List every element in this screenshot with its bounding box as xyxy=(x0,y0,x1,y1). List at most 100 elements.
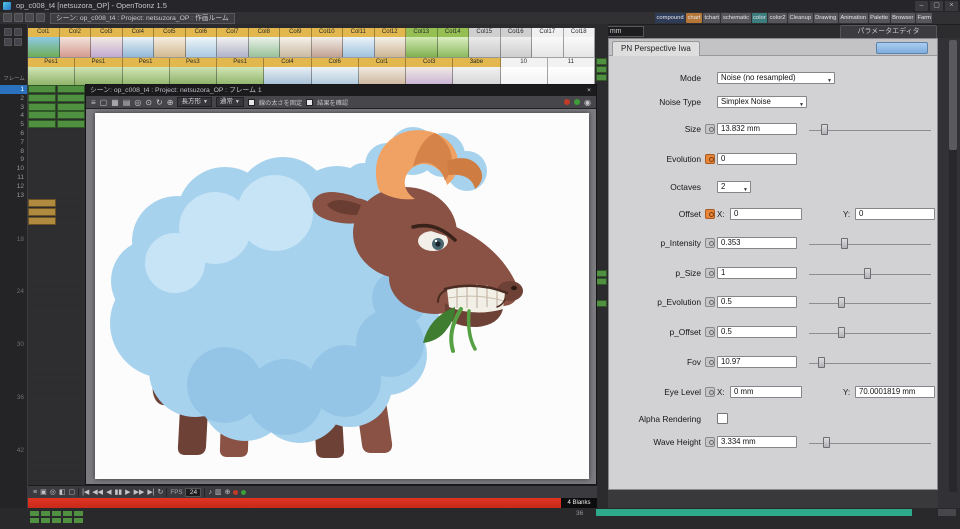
level-cell-marker[interactable] xyxy=(63,518,72,523)
room-tab-color2[interactable]: color2 xyxy=(768,13,787,23)
key-icon[interactable] xyxy=(705,268,715,278)
room-tab-animation[interactable]: Animation xyxy=(838,13,868,23)
column-thumbnail[interactable] xyxy=(28,37,60,58)
rail-icon[interactable] xyxy=(4,38,12,46)
fps-field[interactable]: 24 xyxy=(185,487,202,497)
frame-number[interactable]: 13 xyxy=(0,191,27,200)
key-icon[interactable] xyxy=(705,154,715,164)
selection-type-combo[interactable]: 長方形 ▼ xyxy=(177,97,212,107)
rail-icon[interactable] xyxy=(14,38,22,46)
param-field-x[interactable]: 0 xyxy=(730,208,802,220)
param-field[interactable]: 0.353 xyxy=(717,237,797,249)
next-frame-button[interactable]: ▶▶ xyxy=(134,486,145,499)
minimize-button[interactable]: – xyxy=(915,1,928,11)
column-thumbnail[interactable] xyxy=(91,37,123,58)
slider-track[interactable] xyxy=(809,363,931,364)
column-thumbnail[interactable] xyxy=(563,37,595,58)
level-cell[interactable] xyxy=(28,93,56,102)
slider-handle[interactable] xyxy=(837,297,845,308)
key-icon[interactable] xyxy=(705,327,715,337)
level-cell-marker[interactable] xyxy=(52,511,61,516)
level-cell[interactable] xyxy=(28,199,56,208)
param-field[interactable]: 1 xyxy=(717,267,797,279)
param-checkbox[interactable] xyxy=(717,413,728,424)
key-icon[interactable] xyxy=(705,437,715,447)
sound-icon[interactable]: ♪ xyxy=(208,486,212,499)
maximize-button[interactable]: ▢ xyxy=(930,1,943,11)
menu-icon[interactable] xyxy=(3,13,12,22)
grid-icon[interactable]: ▤ xyxy=(123,96,131,109)
frame-number[interactable]: 24 xyxy=(0,287,27,296)
column-thumbnail[interactable] xyxy=(122,37,154,58)
slider-handle[interactable] xyxy=(864,268,872,279)
slider-track[interactable] xyxy=(809,303,931,304)
green-channel-dot[interactable] xyxy=(241,489,247,495)
param-select[interactable]: 2 ▼ xyxy=(717,181,751,193)
room-tab-color[interactable]: color xyxy=(751,13,768,23)
column-header[interactable]: Col5 xyxy=(154,28,186,37)
key-icon[interactable] xyxy=(705,357,715,367)
room-tab-chart[interactable]: chart xyxy=(686,13,702,23)
column-thumbnail[interactable] xyxy=(154,37,186,58)
frame-number[interactable]: 42 xyxy=(0,446,27,455)
frame-number[interactable]: 36 xyxy=(0,393,27,402)
menu-icon[interactable] xyxy=(25,13,34,22)
xsheet-cell-mark[interactable] xyxy=(596,270,607,277)
key-icon[interactable] xyxy=(705,209,715,219)
level-cell-marker[interactable] xyxy=(74,511,83,516)
room-tab-tchart[interactable]: tchart xyxy=(702,13,721,23)
frame-number[interactable]: 18 xyxy=(0,235,27,244)
level-cell[interactable] xyxy=(28,208,56,217)
safe-area-icon[interactable]: ▢ xyxy=(100,96,108,109)
level-cell-marker[interactable] xyxy=(30,518,39,523)
param-field[interactable]: 3.334 mm xyxy=(717,436,797,448)
key-icon[interactable] xyxy=(705,124,715,134)
last-frame-button[interactable]: ▶| xyxy=(147,486,154,499)
prev-frame-button[interactable]: ◀◀ xyxy=(92,486,103,499)
key-icon[interactable] xyxy=(705,297,715,307)
rotate-icon[interactable]: ↻ xyxy=(156,96,163,109)
loop-button[interactable]: ↻ xyxy=(158,486,164,499)
level-cell[interactable] xyxy=(28,102,56,111)
zoom-icon[interactable]: ⊙ xyxy=(145,96,152,109)
room-tab-compound[interactable]: compound xyxy=(655,13,686,23)
viewer-checkbox-2[interactable] xyxy=(306,98,314,106)
room-tab-browser[interactable]: Browser xyxy=(890,13,915,23)
column-header[interactable]: Col2 xyxy=(59,28,91,37)
frame-number[interactable]: 2 xyxy=(0,94,27,103)
viewer-menu-icon[interactable]: ≡ xyxy=(91,96,96,109)
param-field[interactable]: 0 xyxy=(717,153,797,165)
level-cell-marker[interactable] xyxy=(52,518,61,523)
xsheet-cell-mark[interactable] xyxy=(596,278,607,285)
column-header[interactable]: Col6 xyxy=(185,28,217,37)
xsheet-cell-mark[interactable] xyxy=(596,300,607,307)
column-thumbnail[interactable] xyxy=(437,37,469,58)
slider-track[interactable] xyxy=(809,333,931,334)
frame-number[interactable]: 3 xyxy=(0,103,27,112)
red-channel-dot[interactable] xyxy=(233,489,239,495)
room-tab-schematic[interactable]: schematic xyxy=(721,13,751,23)
histogram-icon[interactable]: ▥ xyxy=(215,486,222,499)
red-status-dot[interactable] xyxy=(564,99,571,105)
xsheet-cell-mark[interactable] xyxy=(596,66,607,73)
param-field-x[interactable]: 0 mm xyxy=(730,386,802,398)
rail-icon[interactable] xyxy=(14,28,22,36)
menu-icon[interactable] xyxy=(14,13,23,22)
slider-handle[interactable] xyxy=(822,437,830,448)
column-header[interactable]: Col15 xyxy=(469,28,501,37)
column-header[interactable]: Col10 xyxy=(311,28,343,37)
viewer-checkbox-1[interactable] xyxy=(247,98,255,106)
frame-number[interactable]: 8 xyxy=(0,147,27,156)
slider-handle[interactable] xyxy=(818,357,826,368)
level-cell-marker[interactable] xyxy=(41,518,50,523)
pause-button[interactable]: ▮▮ xyxy=(114,486,122,499)
column-header[interactable]: Col1 xyxy=(28,28,60,37)
level-cell-marker[interactable] xyxy=(74,518,83,523)
parameter-editor-tab[interactable]: パラメータエディタ xyxy=(840,25,937,38)
level-cell[interactable] xyxy=(28,120,56,129)
level-cell[interactable] xyxy=(56,85,85,93)
room-tab-palette[interactable]: Palette xyxy=(868,13,890,23)
frame-number[interactable]: 9 xyxy=(0,155,27,164)
level-cell[interactable] xyxy=(56,102,85,111)
compare-icon[interactable]: ◧ xyxy=(59,486,66,499)
